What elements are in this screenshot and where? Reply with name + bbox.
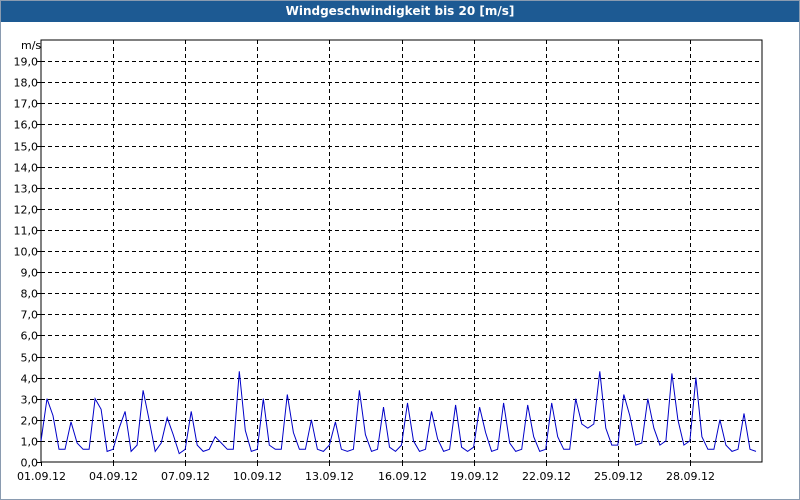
y-tick-label: 6,0 <box>21 330 39 343</box>
y-tick-label: 18,0 <box>14 77 39 90</box>
y-tick-label: 8,0 <box>21 288 39 301</box>
y-tick-label: 5,0 <box>21 352 39 365</box>
y-tick-label: 17,0 <box>14 98 39 111</box>
line-chart: 0,0 1,0 2,0 3,0 4,0 5,0 6,0 7,0 8,0 9,0 10,0 11,0 12… <box>14 39 763 483</box>
x-tick-label: 25.09.12 <box>594 470 643 483</box>
y-tick-label: 4,0 <box>21 373 39 386</box>
grid <box>41 40 762 462</box>
x-tick-label: 28.09.12 <box>666 470 715 483</box>
y-tick-label: 2,0 <box>21 415 39 428</box>
y-tick-label: 3,0 <box>21 394 39 407</box>
y-tick-label: 13,0 <box>14 183 39 196</box>
y-tick-label: 16,0 <box>14 119 39 132</box>
x-tick-label: 07.09.12 <box>161 470 210 483</box>
y-tick-label: 9,0 <box>21 267 39 280</box>
y-tick-label: 12,0 <box>14 204 39 217</box>
x-tick-label: 13.09.12 <box>305 470 354 483</box>
y-tick-label: 1,0 <box>21 436 39 449</box>
x-tick-label: 19.09.12 <box>450 470 499 483</box>
y-tick-label: 15,0 <box>14 141 39 154</box>
x-tick-label: 10.09.12 <box>233 470 282 483</box>
x-tick-label: 01.09.12 <box>17 470 66 483</box>
x-tick-label: 04.09.12 <box>89 470 138 483</box>
x-tick-label: 16.09.12 <box>378 470 427 483</box>
y-tick-label: 14,0 <box>14 162 39 175</box>
y-tick-label: 11,0 <box>14 225 39 238</box>
x-tick-label: 22.09.12 <box>522 470 571 483</box>
y-axis-unit-label: m/s <box>21 39 41 52</box>
y-tick-label: 10,0 <box>14 246 39 259</box>
y-tick-label: 7,0 <box>21 309 39 322</box>
chart-window: Windgeschwindigkeit bis 20 [m/s] 0,0 1,0 2… <box>0 0 800 500</box>
y-tick-label: 0,0 <box>21 457 39 470</box>
y-tick-label: 19,0 <box>14 56 39 69</box>
chart-title: Windgeschwindigkeit bis 20 [m/s] <box>1 1 799 22</box>
